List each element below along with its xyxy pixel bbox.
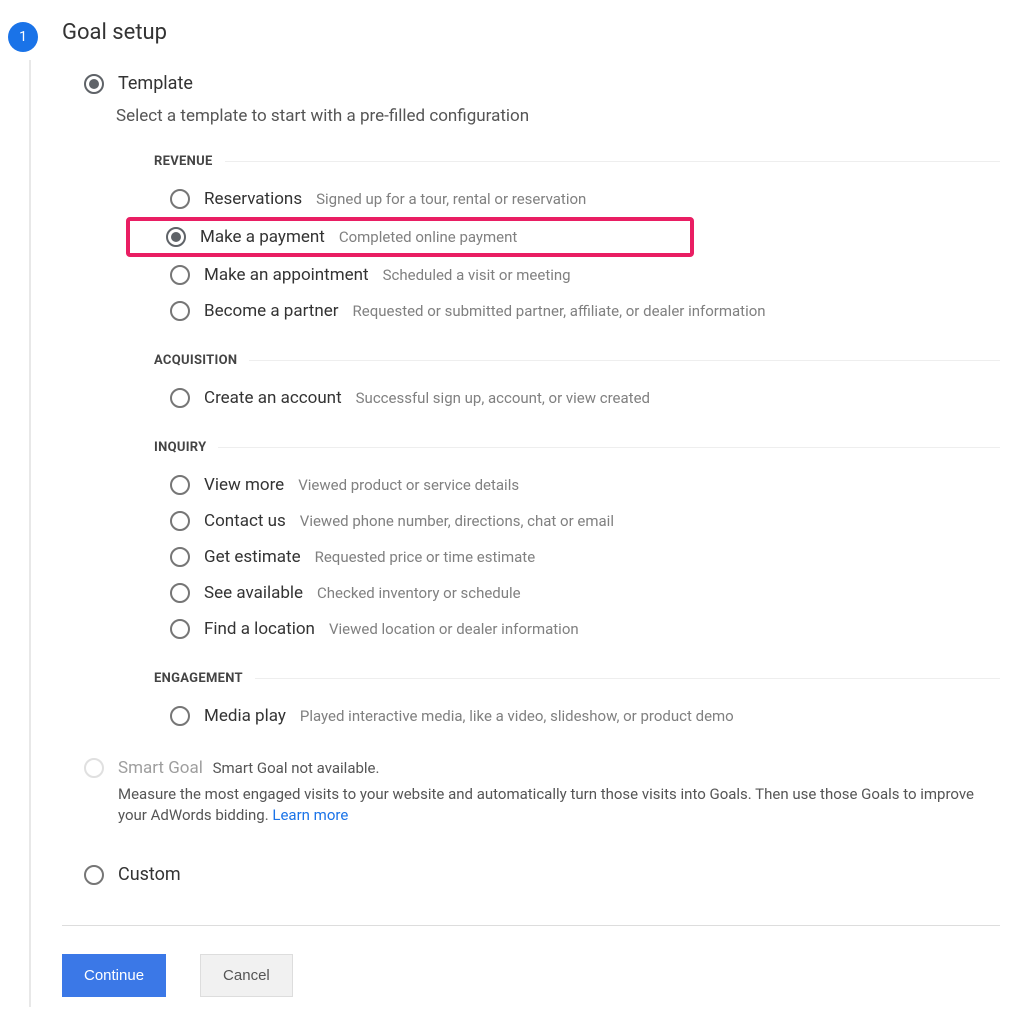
radio-icon — [170, 301, 190, 321]
template-option[interactable]: Contact us Viewed phone number, direction… — [162, 503, 1000, 539]
option-description: Signed up for a tour, rental or reservat… — [316, 190, 586, 208]
radio-icon — [170, 583, 190, 603]
template-option[interactable]: Make an appointment Scheduled a visit or … — [162, 257, 1000, 293]
divider — [218, 447, 1000, 448]
category-title: REVENUE — [154, 154, 213, 169]
template-label: Template — [118, 73, 193, 94]
radio-icon — [170, 547, 190, 567]
divider — [249, 360, 1000, 361]
radio-option-template[interactable]: Template — [84, 73, 1000, 94]
template-option[interactable]: Find a location Viewed location or dealer… — [162, 611, 1000, 647]
option-title: Find a location — [204, 619, 315, 639]
option-description: Viewed phone number, directions, chat or… — [300, 512, 614, 530]
cancel-button[interactable]: Cancel — [200, 954, 293, 997]
option-title: Contact us — [204, 511, 286, 531]
smart-goal-title: Smart Goal — [118, 758, 203, 778]
option-description: Viewed location or dealer information — [329, 620, 579, 638]
step-connector-line — [29, 60, 31, 1007]
radio-icon — [84, 758, 104, 778]
option-description: Viewed product or service details — [298, 476, 519, 494]
smart-goal-description: Measure the most engaged visits to your … — [118, 784, 1000, 826]
option-description: Successful sign up, account, or view cre… — [356, 389, 650, 407]
template-option[interactable]: View more Viewed product or service detai… — [162, 467, 1000, 503]
radio-icon — [170, 189, 190, 209]
option-title: See available — [204, 583, 303, 603]
radio-icon — [170, 706, 190, 726]
divider — [255, 678, 1000, 679]
category-section: REVENUE Reservations Signed up for a tour,… — [154, 154, 1000, 329]
category-title: ENGAGEMENT — [154, 671, 243, 686]
template-option[interactable]: Get estimate Requested price or time esti… — [162, 539, 1000, 575]
category-section: ACQUISITION Create an account Successful s… — [154, 353, 1000, 416]
template-option[interactable]: Become a partner Requested or submitted p… — [162, 293, 1000, 329]
option-title: Make an appointment — [204, 265, 369, 285]
option-title: Create an account — [204, 388, 342, 408]
option-title: View more — [204, 475, 284, 495]
option-description: Scheduled a visit or meeting — [383, 266, 571, 284]
custom-label: Custom — [118, 864, 181, 885]
radio-icon — [170, 265, 190, 285]
category-title: ACQUISITION — [154, 353, 237, 368]
radio-icon — [170, 511, 190, 531]
option-title: Get estimate — [204, 547, 301, 567]
smart-goal-unavailable: Smart Goal not available. — [213, 759, 380, 777]
option-title: Become a partner — [204, 301, 339, 321]
radio-icon — [84, 74, 104, 94]
template-description: Select a template to start with a pre-fi… — [116, 106, 1000, 126]
option-description: Requested or submitted partner, affiliat… — [353, 302, 766, 320]
category-section: INQUIRY View more Viewed product or servic… — [154, 440, 1000, 647]
category-section: ENGAGEMENT Media play Played interactive m… — [154, 671, 1000, 734]
option-description: Played interactive media, like a video, … — [300, 707, 734, 725]
option-description: Checked inventory or schedule — [317, 584, 521, 602]
radio-option-custom[interactable]: Custom — [84, 864, 1000, 885]
template-option[interactable]: Reservations Signed up for a tour, rental… — [162, 181, 1000, 217]
page-title: Goal setup — [62, 20, 1000, 45]
continue-button[interactable]: Continue — [62, 954, 166, 997]
option-title: Media play — [204, 706, 286, 726]
template-option[interactable]: See available Checked inventory or schedu… — [162, 575, 1000, 611]
category-title: INQUIRY — [154, 440, 206, 455]
radio-option-smart-goal: Smart Goal Smart Goal not available. — [84, 758, 1000, 778]
divider — [225, 161, 1000, 162]
learn-more-link[interactable]: Learn more — [272, 806, 348, 824]
step-number-badge: 1 — [8, 22, 38, 52]
template-option[interactable]: Media play Played interactive media, like… — [162, 698, 1000, 734]
radio-icon — [84, 865, 104, 885]
option-description: Completed online payment — [339, 228, 518, 246]
divider — [62, 925, 1000, 926]
option-title: Reservations — [204, 189, 302, 209]
template-option[interactable]: Create an account Successful sign up, acc… — [162, 380, 1000, 416]
option-title: Make a payment — [200, 227, 325, 247]
radio-icon — [170, 475, 190, 495]
radio-icon — [170, 619, 190, 639]
option-description: Requested price or time estimate — [315, 548, 536, 566]
radio-icon — [170, 388, 190, 408]
radio-icon — [166, 227, 186, 247]
template-option[interactable]: Make a payment Completed online payment — [126, 217, 694, 257]
